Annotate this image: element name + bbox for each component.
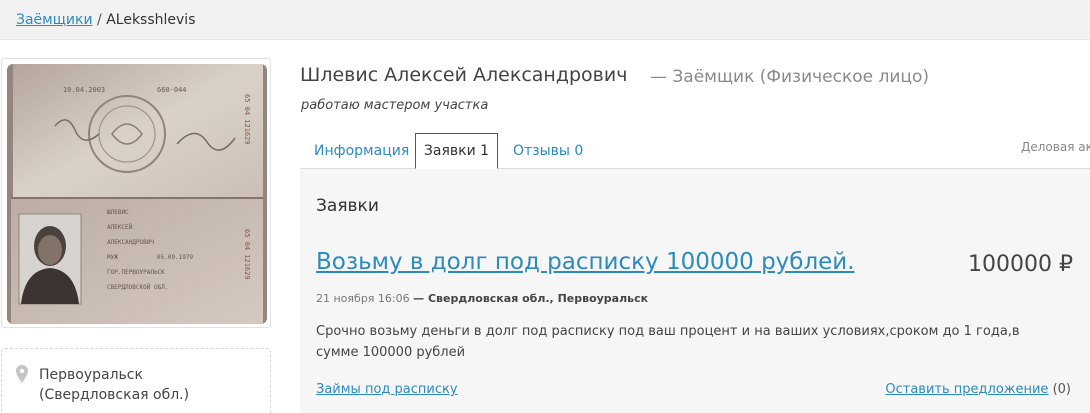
tab-requests[interactable]: Заявки 1 (415, 133, 498, 169)
offer-count: (0) (1052, 382, 1071, 397)
offer-group: Оставить предложение (0) (885, 382, 1071, 397)
avatar-card: 10.04.2003 660-044 65 04 121629 ШЛЕВИС А… (1, 58, 271, 328)
request-description: Срочно возьму деньги в долг под расписку… (316, 324, 1020, 360)
tab-reviews[interactable]: Отзывы 0 (513, 133, 583, 169)
requests-panel (300, 169, 1090, 413)
location-city: Первоуральск (39, 367, 143, 383)
requests-title: Заявки (316, 196, 379, 216)
request-category-link[interactable]: Займы под расписку (316, 382, 458, 397)
request-date: 21 ноября 16:06 (316, 292, 410, 305)
map-pin-icon (16, 365, 28, 387)
leave-offer-link[interactable]: Оставить предложение (885, 382, 1048, 397)
profile-role: — Заёмщик (Физическое лицо) (650, 67, 930, 87)
request-title-link[interactable]: Возьму в долг под расписку 100000 рублей… (316, 249, 855, 275)
location-card: Первоуральск (Свердловская обл.) (1, 348, 271, 413)
breadcrumb-current: ALeksshlevis (106, 12, 196, 28)
breadcrumb-separator: / (97, 12, 102, 28)
breadcrumb-bar: Заёмщики / ALeksshlevis (0, 0, 1090, 40)
request-meta: 21 ноября 16:06 — Свердловская обл., Пер… (316, 292, 648, 305)
tab-business-activity[interactable]: Деловая акт (1021, 140, 1090, 154)
tab-information[interactable]: Информация (314, 133, 409, 169)
location-region: (Свердловская обл.) (39, 387, 190, 403)
request-location: — Свердловская обл., Первоуральск (413, 292, 649, 305)
avatar-photo[interactable]: 10.04.2003 660-044 65 04 121629 ШЛЕВИС А… (7, 64, 267, 324)
request-amount: 100000 ₽ (968, 252, 1073, 277)
passport-photo-image: 10.04.2003 660-044 65 04 121629 ШЛЕВИС А… (7, 64, 267, 324)
breadcrumb: Заёмщики / ALeksshlevis (16, 12, 196, 28)
profile-about: работаю мастером участка (301, 98, 489, 113)
profile-name: Шлевис Алексей Александрович (300, 64, 628, 86)
breadcrumb-link-borrowers[interactable]: Заёмщики (16, 12, 93, 28)
